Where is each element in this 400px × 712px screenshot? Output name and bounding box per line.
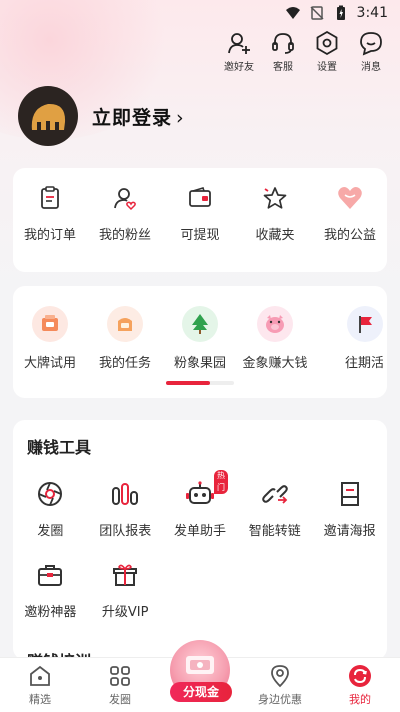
fans-icon bbox=[114, 188, 136, 211]
scroll-indicator bbox=[166, 381, 234, 385]
status-time: 3:41 bbox=[356, 5, 388, 21]
message-icon bbox=[360, 32, 382, 56]
customer-service-button[interactable]: 客服 bbox=[266, 30, 300, 73]
upgrade-vip-label: 升级VIP bbox=[101, 605, 149, 620]
tree-icon bbox=[192, 314, 208, 334]
past-events-label: 往期活 bbox=[345, 356, 383, 371]
upgrade-vip-button[interactable]: 升级VIP bbox=[88, 559, 163, 620]
status-bar: 3:41 bbox=[0, 0, 400, 26]
my-orders-button[interactable]: 我的订单 bbox=[13, 182, 87, 243]
wallet-icon bbox=[189, 187, 211, 207]
battery-icon bbox=[336, 5, 345, 20]
golden-elephant-label: 金象赚大钱 bbox=[242, 356, 308, 371]
past-events-button[interactable]: 往期活 bbox=[313, 306, 387, 371]
tools-title: 赚钱工具 bbox=[27, 438, 92, 457]
settings-icon bbox=[316, 30, 338, 56]
heart-icon bbox=[338, 187, 362, 209]
my-charity-label: 我的公益 bbox=[323, 228, 376, 243]
header-action-label: 客服 bbox=[273, 62, 293, 73]
header-action-label: 设置 bbox=[317, 62, 337, 73]
nav-label: 精选 bbox=[29, 693, 51, 706]
invite-friends-button[interactable]: 邀好友 bbox=[222, 30, 256, 73]
fans-tool-label: 邀粉神器 bbox=[24, 605, 77, 620]
invite-poster-label: 邀请海报 bbox=[323, 524, 376, 539]
favorites-label: 收藏夹 bbox=[255, 228, 295, 243]
cash-label[interactable]: 分现金 bbox=[170, 682, 232, 702]
poster-icon bbox=[340, 482, 359, 506]
profile-section[interactable]: 立即登录 › bbox=[18, 86, 185, 146]
header-action-label: 邀好友 bbox=[224, 62, 254, 73]
smart-link-label: 智能转链 bbox=[248, 524, 301, 539]
wifi-icon bbox=[285, 7, 300, 19]
order-assistant-button[interactable]: 热门 发单助手 bbox=[163, 470, 238, 539]
team-report-button[interactable]: 团队报表 bbox=[88, 478, 163, 539]
grid-icon bbox=[110, 666, 130, 686]
withdrawable-button[interactable]: 可提现 bbox=[163, 182, 237, 243]
nav-mine[interactable]: 我的 bbox=[320, 658, 400, 712]
my-fans-button[interactable]: 我的粉丝 bbox=[88, 182, 162, 243]
location-icon bbox=[271, 665, 289, 688]
brand-trial-button[interactable]: 大牌试用 bbox=[13, 306, 87, 371]
login-link[interactable]: 立即登录 › bbox=[92, 103, 185, 130]
robot-icon bbox=[185, 481, 214, 504]
fans-tool-button[interactable]: 邀粉神器 bbox=[13, 559, 88, 620]
brand-trial-label: 大牌试用 bbox=[23, 356, 76, 371]
gift-icon bbox=[113, 564, 138, 586]
trial-icon bbox=[42, 315, 58, 331]
my-orders-label: 我的订单 bbox=[23, 228, 76, 243]
no-sim-icon bbox=[310, 6, 324, 20]
header-action-label: 消息 bbox=[361, 62, 381, 73]
pig-icon bbox=[266, 315, 284, 333]
nav-label: 发圈 bbox=[109, 693, 131, 706]
elephant-logo-icon bbox=[31, 103, 66, 130]
header-actions: 邀好友 客服 设置 消息 bbox=[222, 30, 388, 73]
hot-badge: 热门 bbox=[213, 470, 228, 494]
bar-chart-icon bbox=[112, 483, 139, 505]
nav-label: 身边优惠 bbox=[258, 693, 302, 706]
my-charity-button[interactable]: 我的公益 bbox=[313, 182, 387, 243]
nav-nearby-deals[interactable]: 身边优惠 bbox=[240, 658, 320, 712]
link-icon bbox=[261, 485, 288, 504]
shutter-icon bbox=[38, 482, 63, 506]
briefcase-icon bbox=[38, 565, 63, 586]
my-tasks-button[interactable]: 我的任务 bbox=[88, 306, 162, 371]
messages-button[interactable]: 消息 bbox=[354, 30, 388, 73]
golden-elephant-button[interactable]: 金象赚大钱 bbox=[238, 306, 312, 371]
team-report-label: 团队报表 bbox=[99, 524, 152, 539]
chevron-right-icon: › bbox=[176, 106, 185, 129]
nav-moments[interactable]: 发圈 bbox=[80, 658, 160, 712]
add-user-icon bbox=[228, 33, 250, 54]
moments-tool-button[interactable]: 发圈 bbox=[13, 478, 88, 539]
orchard-button[interactable]: 粉象果园 bbox=[163, 306, 237, 371]
orchard-label: 粉象果园 bbox=[173, 356, 226, 371]
smart-link-button[interactable]: 智能转链 bbox=[237, 478, 312, 539]
star-icon bbox=[263, 187, 287, 209]
invite-poster-button[interactable]: 邀请海报 bbox=[312, 478, 387, 539]
scroll-indicator-thumb bbox=[166, 381, 210, 385]
headset-icon bbox=[272, 33, 294, 54]
home-icon bbox=[30, 665, 50, 686]
moments-tool-label: 发圈 bbox=[37, 524, 64, 539]
nav-featured[interactable]: 精选 bbox=[0, 658, 80, 712]
my-tasks-label: 我的任务 bbox=[98, 356, 151, 371]
order-assistant-label: 发单助手 bbox=[173, 524, 226, 539]
favorites-button[interactable]: 收藏夹 bbox=[238, 182, 312, 243]
money-tools-card: 赚钱工具 发圈 团队报表 热门 发单助手 智能转链 邀请海报 邀粉神器 升级VI… bbox=[13, 420, 387, 671]
task-icon bbox=[118, 318, 132, 331]
my-fans-label: 我的粉丝 bbox=[98, 228, 151, 243]
withdrawable-label: 可提现 bbox=[180, 228, 220, 243]
mine-icon bbox=[349, 665, 371, 687]
avatar[interactable] bbox=[18, 86, 78, 146]
my-account-card: 我的订单 我的粉丝 可提现 收藏夹 我的公益 bbox=[13, 168, 387, 272]
settings-button[interactable]: 设置 bbox=[310, 30, 344, 73]
nav-label: 我的 bbox=[349, 693, 371, 706]
flag-icon bbox=[359, 316, 372, 333]
activities-card: 大牌试用 我的任务 粉象果园 金象赚大钱 往期活 bbox=[13, 286, 387, 398]
login-label: 立即登录 bbox=[92, 106, 173, 129]
order-icon bbox=[41, 186, 59, 209]
